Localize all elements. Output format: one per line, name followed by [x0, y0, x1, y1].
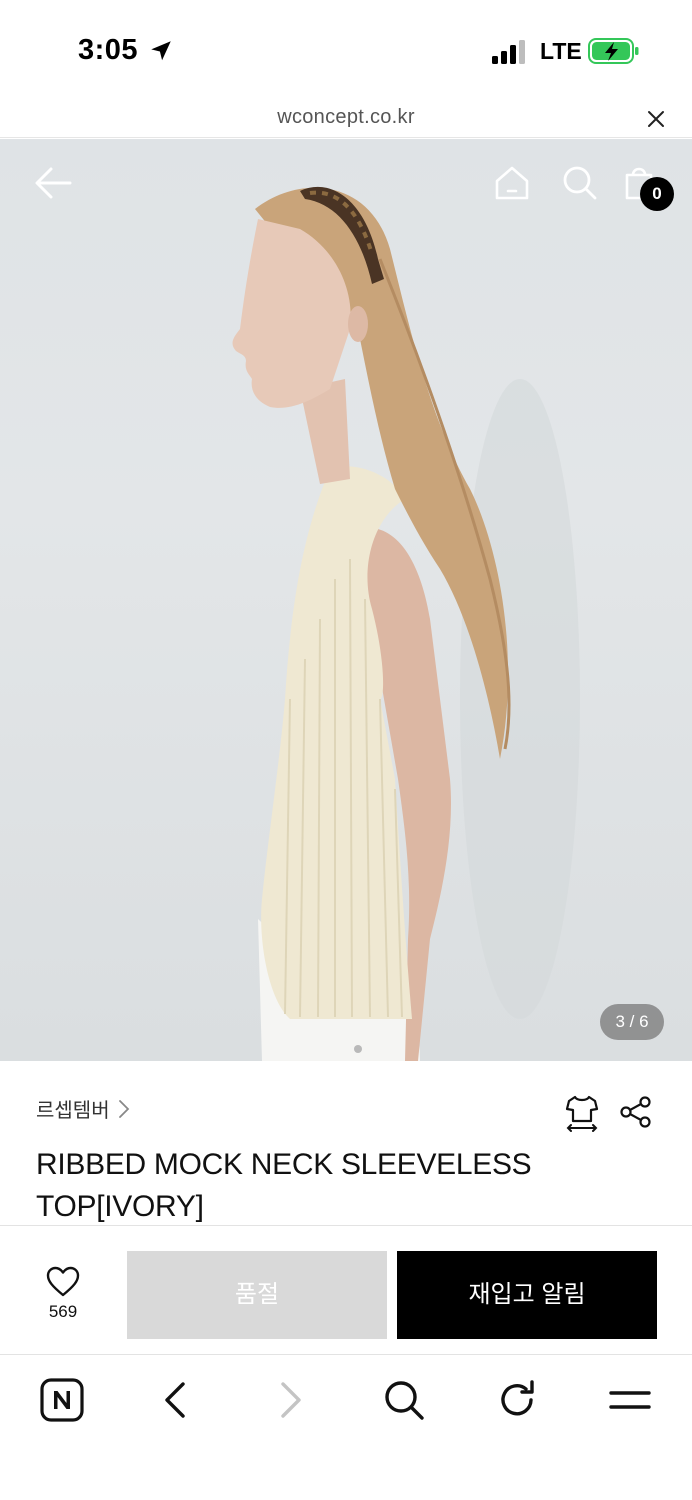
- search-icon[interactable]: [562, 165, 598, 201]
- status-bar: 3:05 LTE: [0, 0, 692, 100]
- share-icon[interactable]: [620, 1096, 652, 1128]
- like-button[interactable]: 569: [30, 1266, 96, 1322]
- brand-name[interactable]: 르셉템버: [36, 1094, 110, 1123]
- status-time: 3:05: [78, 34, 139, 66]
- menu-icon[interactable]: [608, 1378, 652, 1422]
- product-title: RIBBED MOCK NECK SLEEVELESS TOP[IVORY]: [36, 1144, 596, 1228]
- naver-icon[interactable]: [40, 1378, 84, 1422]
- product-image-gallery[interactable]: 0 3 / 6: [0, 139, 692, 1061]
- back-icon[interactable]: [154, 1378, 198, 1422]
- restock-alert-button[interactable]: 재입고 알림: [397, 1251, 657, 1339]
- battery-charging-icon: [588, 38, 639, 64]
- back-arrow-icon[interactable]: [34, 165, 72, 201]
- network-label: LTE: [540, 38, 582, 64]
- product-title-line-1: RIBBED MOCK NECK SLEEVELESS: [36, 1148, 532, 1181]
- purchase-action-bar: 569 품절 재입고 알림: [0, 1225, 692, 1355]
- size-guide-icon[interactable]: [564, 1094, 600, 1132]
- forward-icon[interactable]: [268, 1378, 312, 1422]
- soldout-button[interactable]: 품절: [127, 1251, 387, 1339]
- browser-toolbar: [0, 1356, 692, 1500]
- heart-icon: [46, 1266, 80, 1297]
- url-bar[interactable]: wconcept.co.kr: [0, 100, 692, 138]
- chevron-right-icon: [118, 1099, 129, 1118]
- product-title-line-2: TOP[IVORY]: [36, 1190, 204, 1223]
- image-counter: 3 / 6: [600, 1004, 664, 1040]
- product-photo: [232, 186, 580, 1061]
- search-icon[interactable]: [382, 1378, 426, 1422]
- url-text[interactable]: wconcept.co.kr: [0, 106, 692, 129]
- cart-count-badge: 0: [640, 177, 674, 211]
- home-icon[interactable]: [494, 165, 530, 201]
- signal-icon: [492, 40, 525, 64]
- reload-icon[interactable]: [496, 1378, 540, 1422]
- brand-link[interactable]: 르셉템버: [36, 1094, 130, 1123]
- like-count: 569: [48, 1302, 78, 1321]
- close-icon[interactable]: [646, 109, 666, 129]
- location-arrow-icon: [151, 41, 171, 61]
